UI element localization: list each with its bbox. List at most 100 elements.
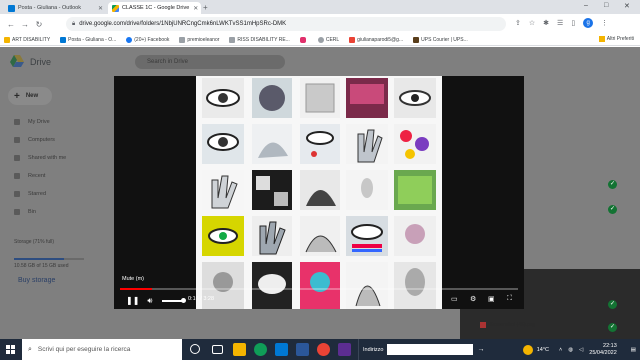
bookmark-star-icon[interactable]: ☆ — [529, 19, 535, 27]
chrome-icon[interactable] — [317, 343, 330, 356]
instagram-icon — [299, 36, 306, 43]
check-icon: ✓ — [608, 180, 617, 189]
sidebar-item-shared[interactable]: Shared with me — [14, 155, 66, 161]
bookmark-label: CERL — [325, 36, 340, 43]
word-icon[interactable] — [296, 343, 309, 356]
storage-label: Storage (71% full) — [14, 239, 55, 245]
computer-icon — [14, 137, 20, 143]
storage-bar-fill — [14, 258, 64, 260]
sidebar-item-computers[interactable]: Computers — [14, 137, 55, 143]
bookmark-item[interactable]: premioeleanor — [179, 36, 220, 43]
tab-outlook[interactable]: Posta - Giuliana - Outlook ✕ — [4, 2, 107, 14]
current-time: 0:16 — [188, 296, 199, 302]
other-bookmarks-label: Altri Preferiti — [606, 36, 634, 42]
folder-icon — [598, 36, 605, 42]
sidebar-item-label: Recent — [28, 173, 46, 179]
bookmark-label: RISS DISABILITY RE... — [237, 36, 290, 43]
video-progress-bar[interactable] — [120, 288, 518, 290]
bookmark-item[interactable]: giulianaparodi5@g... — [349, 36, 403, 43]
tab-title: CLASSE 1C - Google Drive — [122, 5, 190, 11]
check-icon: ✓ — [608, 205, 617, 214]
my-drive-icon — [14, 119, 20, 125]
chevron-up-icon[interactable]: ˄ — [559, 347, 562, 353]
address-bar[interactable]: 🔒︎ drive.google.com/drive/folders/1NbjUN… — [66, 17, 506, 31]
address-text: drive.google.com/drive/folders/1NbjUNRCn… — [79, 21, 287, 27]
outlook-icon[interactable] — [275, 343, 288, 356]
volume-slider[interactable] — [162, 298, 186, 303]
profile-avatar[interactable]: g — [583, 18, 594, 28]
extensions-icon[interactable]: ✱ — [543, 19, 549, 27]
notifications-icon[interactable]: ▤ — [631, 347, 636, 353]
bookmarks-bar: ART DISABILITY Posta - Giuliana - O... (… — [0, 34, 640, 46]
go-arrow-icon[interactable]: → — [477, 346, 484, 353]
share-icon[interactable]: ⇪ — [515, 19, 521, 27]
drive-logo-icon — [10, 55, 24, 67]
sidebar-item-label: Starred — [28, 191, 47, 197]
sidebar-item-starred[interactable]: Starred — [14, 191, 46, 197]
bookmark-item[interactable]: CERL — [317, 36, 340, 43]
miniplayer-icon[interactable]: ▣ — [488, 295, 495, 303]
volume-knob[interactable] — [181, 298, 186, 303]
edge-icon[interactable] — [254, 343, 267, 356]
pause-icon[interactable]: ❚❚ — [126, 296, 139, 305]
other-bookmarks[interactable]: Altri Preferiti — [598, 36, 634, 42]
tab-drive[interactable]: CLASSE 1C - Google Drive ✕ — [108, 2, 201, 14]
bookmark-label: (20+) Facebook — [134, 36, 170, 43]
bookmark-item[interactable]: ART DISABILITY — [4, 36, 50, 43]
volume-icon[interactable]: 🔊︎ — [147, 296, 152, 306]
forward-icon[interactable]: → — [18, 20, 32, 29]
bookmark-label: premioeleanor — [187, 36, 220, 43]
facebook-icon — [126, 36, 133, 43]
start-button[interactable] — [0, 339, 20, 360]
bookmark-item[interactable] — [299, 36, 308, 43]
drive-header: Drive Search in Drive — [0, 47, 640, 77]
menu-icon[interactable]: ⋮ — [601, 19, 608, 27]
bookmark-item[interactable]: (20+) Facebook — [126, 36, 170, 43]
close-tab-icon[interactable]: ✕ — [189, 5, 198, 12]
bookmark-item[interactable]: UPS Courier | UPS... — [413, 36, 468, 43]
new-tab-button[interactable]: + — [203, 3, 208, 12]
duration: 3:28 — [203, 296, 215, 302]
sidebar-item-recent[interactable]: Recent — [14, 173, 45, 179]
bookmark-item[interactable]: Posta - Giuliana - O... — [60, 36, 116, 43]
subtitles-icon[interactable]: ▭ — [451, 295, 458, 303]
cortana-icon[interactable] — [190, 344, 200, 354]
photos-icon[interactable] — [338, 343, 351, 356]
bookmark-item[interactable]: RISS DISABILITY RE... — [229, 36, 290, 43]
close-window-button[interactable]: ✕ — [624, 2, 630, 10]
clock[interactable]: 22:13 25/04/2022 — [589, 343, 631, 357]
video-player[interactable]: Mute (m) ❚❚ 🔊︎ 0:16 / 3:28 ▭ ⚙ ▣ ⛶ — [114, 76, 524, 309]
back-icon[interactable]: ← — [4, 20, 18, 29]
close-tab-icon[interactable]: ✕ — [94, 5, 103, 12]
weather-icon[interactable] — [522, 344, 533, 355]
sidebar-item-label: Shared with me — [28, 155, 67, 161]
drive-search-input[interactable]: Search in Drive — [135, 55, 285, 69]
sidebar-item-my-drive[interactable]: My Drive — [14, 119, 50, 125]
tab-bar: Posta - Giuliana - Outlook ✕ CLASSE 1C -… — [0, 0, 640, 14]
mute-tooltip: Mute (m) — [122, 276, 144, 282]
sidebar-item-bin[interactable]: Bin — [14, 209, 36, 215]
clock-date: 25/04/2022 — [589, 349, 617, 356]
settings-icon[interactable]: ⚙ — [470, 295, 476, 303]
list-item[interactable]: Screenshot (45).png — [480, 322, 535, 328]
taskbar-search-input[interactable]: ⌕ Scrivi qui per eseguire la ricerca — [22, 339, 182, 360]
globe-icon — [317, 36, 324, 43]
drive-product-name: Drive — [30, 57, 52, 67]
address-input[interactable] — [387, 344, 474, 355]
file-explorer-icon[interactable] — [233, 343, 246, 356]
new-button[interactable]: + New — [8, 87, 52, 105]
task-view-icon[interactable] — [212, 345, 223, 354]
reading-list-icon[interactable]: ☰ — [557, 19, 563, 27]
network-icon[interactable]: ◍ — [568, 347, 573, 353]
weather-temp[interactable]: 14°C — [537, 347, 549, 353]
speaker-icon[interactable]: ◁ — [579, 347, 583, 353]
side-panel-icon[interactable]: ▯ — [571, 19, 575, 27]
maximize-button[interactable]: □ — [604, 2, 608, 9]
video-frame — [196, 76, 442, 309]
buy-storage-button[interactable]: Buy storage — [18, 277, 55, 284]
fullscreen-icon[interactable]: ⛶ — [507, 295, 512, 303]
minimize-button[interactable]: – — [584, 2, 588, 9]
storage-used: 10.58 GB of 15 GB used — [14, 263, 69, 269]
reload-icon[interactable]: ↻ — [32, 20, 46, 29]
clock-icon — [14, 173, 20, 179]
